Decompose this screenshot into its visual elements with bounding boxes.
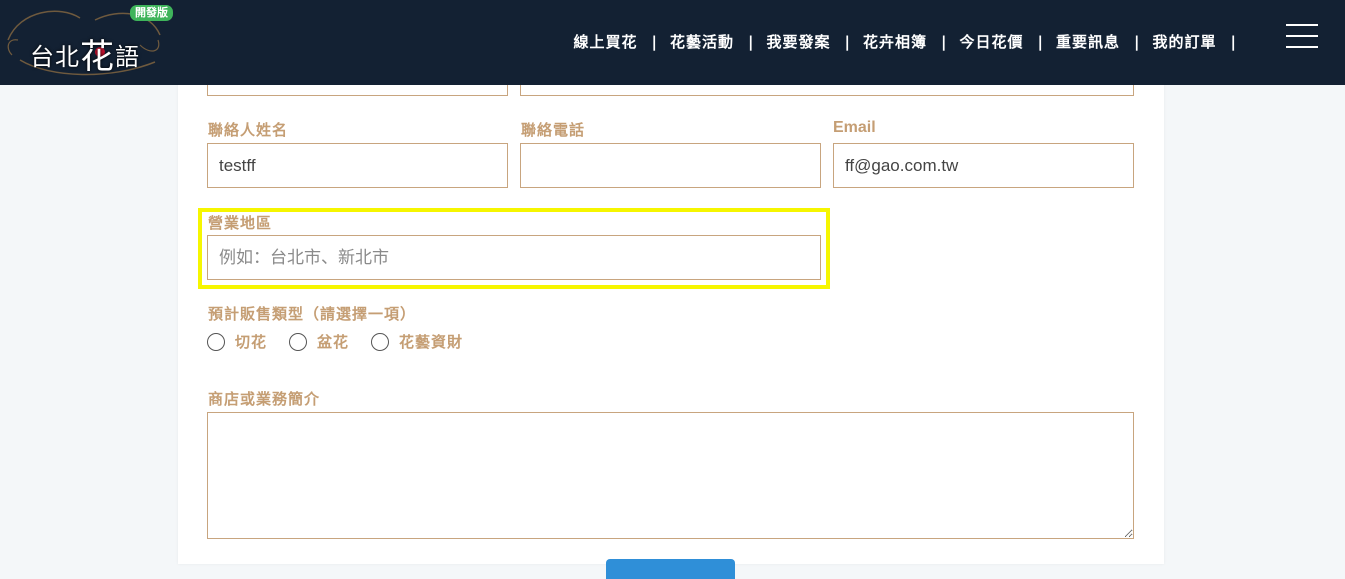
radio-label: 花藝資財 — [399, 333, 464, 351]
nav-buy-flowers[interactable]: 線上買花 — [574, 31, 638, 52]
nav-separator: | — [941, 32, 947, 51]
nav-separator: | — [1230, 32, 1236, 51]
sales-type-radio-group: 切花 盆花 花藝資財 — [207, 331, 485, 352]
nav-separator: | — [844, 32, 850, 51]
business-intro-label: 商店或業務簡介 — [208, 390, 321, 408]
site-logo[interactable]: 台北花語 開發版 — [0, 0, 175, 85]
nav-important-news[interactable]: 重要訊息 — [1056, 31, 1120, 52]
region-label: 營業地區 — [208, 214, 273, 232]
email-label: Email — [833, 119, 876, 136]
dev-version-badge: 開發版 — [130, 5, 173, 21]
contact-phone-label: 聯絡電話 — [521, 121, 586, 139]
radio-label: 切花 — [235, 333, 268, 351]
radio-label: 盆花 — [317, 333, 350, 351]
nav-today-prices[interactable]: 今日花價 — [960, 31, 1024, 52]
logo-text: 台北花語 — [30, 37, 140, 77]
radio-cut-flowers[interactable]: 切花 — [207, 331, 267, 352]
main-nav: 線上買花 | 花藝活動 | 我要發案 | 花卉相簿 | 今日花價 | 重要訊息 … — [574, 31, 1250, 52]
email-input[interactable] — [833, 143, 1134, 188]
radio-circle-icon[interactable] — [371, 332, 390, 351]
nav-separator: | — [748, 32, 754, 51]
radio-circle-icon[interactable] — [289, 332, 308, 351]
contact-name-label: 聯絡人姓名 — [208, 121, 289, 139]
contact-phone-input[interactable] — [520, 143, 821, 188]
radio-potted-plants[interactable]: 盆花 — [289, 331, 349, 352]
nav-separator: | — [1134, 32, 1140, 51]
contact-name-input[interactable] — [207, 143, 508, 188]
nav-my-orders[interactable]: 我的訂單 — [1153, 31, 1217, 52]
hamburger-menu-icon[interactable] — [1286, 24, 1318, 48]
radio-circle-icon[interactable] — [207, 332, 225, 351]
nav-floral-events[interactable]: 花藝活動 — [670, 31, 734, 52]
business-intro-textarea[interactable] — [207, 412, 1134, 539]
site-header: 台北花語 開發版 線上買花 | 花藝活動 | 我要發案 | 花卉相簿 | 今日花… — [0, 0, 1345, 85]
submit-button[interactable] — [606, 559, 735, 579]
nav-flower-album[interactable]: 花卉相簿 — [863, 31, 927, 52]
sales-type-label: 預計販售類型（請選擇一項） — [208, 305, 417, 323]
radio-floral-supplies[interactable]: 花藝資財 — [371, 331, 463, 352]
nav-post-project[interactable]: 我要發案 — [767, 31, 831, 52]
nav-separator: | — [651, 32, 657, 51]
nav-separator: | — [1037, 32, 1043, 51]
region-input[interactable] — [207, 235, 821, 280]
